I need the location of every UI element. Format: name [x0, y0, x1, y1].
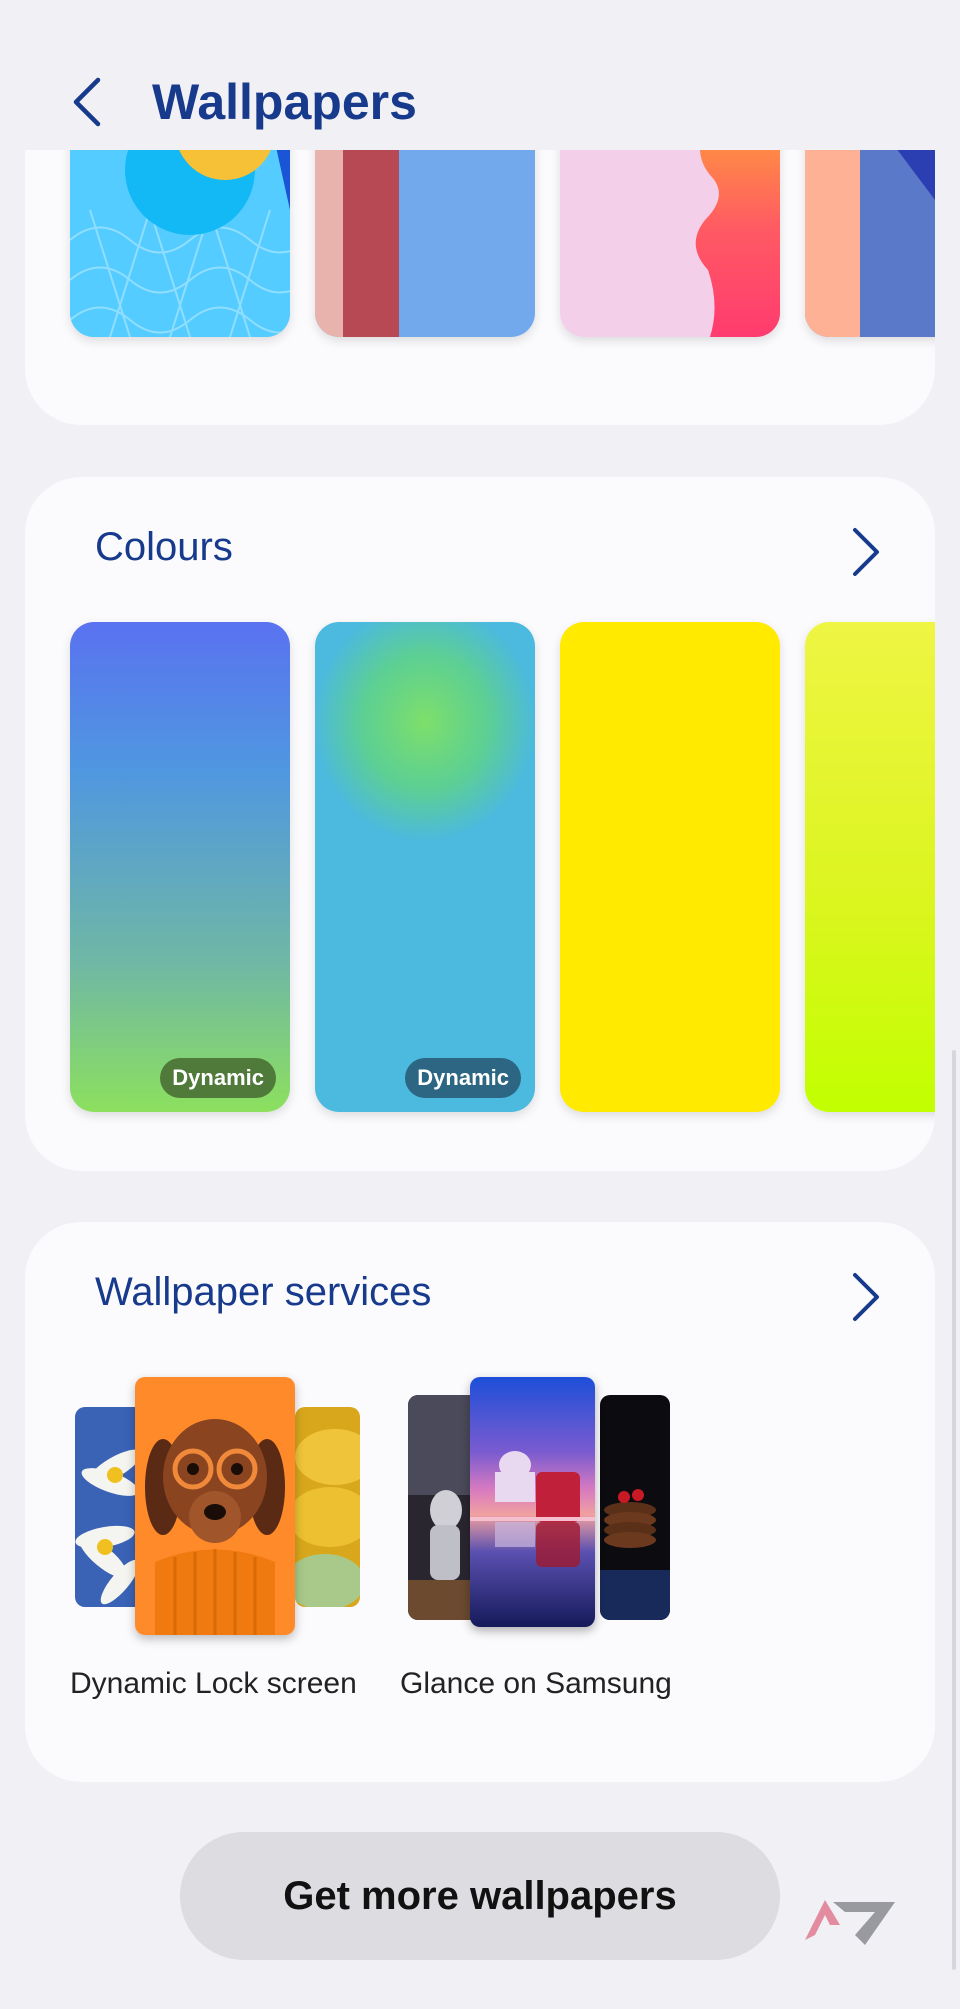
watermark-logo-icon: [805, 1890, 895, 1950]
colours-more-button[interactable]: [845, 522, 885, 582]
chevron-right-icon: [853, 528, 879, 576]
wallpaper-services-card: Wallpaper services Dynamic Lock screen G…: [25, 1222, 935, 1782]
colours-card: Colours Dynamic Dynamic: [25, 477, 935, 1171]
macaron-thumbnail: [295, 1407, 360, 1607]
wallpaper-thumb-pattern[interactable]: [70, 150, 290, 337]
colour-thumb-sky-green[interactable]: Dynamic: [315, 622, 535, 1112]
dynamic-badge: Dynamic: [160, 1058, 276, 1098]
dog-thumbnail: [135, 1377, 295, 1635]
services-more-button[interactable]: [845, 1267, 885, 1327]
service-dynamic-lock-screen[interactable]: Dynamic Lock screen: [70, 1377, 370, 1717]
back-button[interactable]: [62, 70, 114, 134]
chevron-left-icon: [73, 77, 101, 127]
colour-thumb-yellow[interactable]: [560, 622, 780, 1112]
dynamic-badge: Dynamic: [405, 1058, 521, 1098]
section-title-wallpaper-services: Wallpaper services: [95, 1270, 432, 1314]
colour-thumb-blue-green[interactable]: Dynamic: [70, 622, 290, 1112]
wallpaper-gallery-card: [25, 150, 935, 425]
wallpaper-thumb-peach[interactable]: [805, 150, 935, 337]
page-title: Wallpapers: [152, 74, 417, 130]
dessert-thumbnail: [600, 1395, 670, 1620]
get-more-wallpapers-button[interactable]: Get more wallpapers: [180, 1832, 780, 1960]
colour-thumb-lime[interactable]: [805, 622, 935, 1112]
wallpaper-thumb-stripes[interactable]: [315, 150, 535, 337]
chevron-right-icon: [853, 1273, 879, 1321]
astronaut-thumbnail: [408, 1395, 478, 1620]
service-label: Glance on Samsung: [400, 1667, 672, 1700]
section-title-colours: Colours: [95, 525, 233, 569]
service-glance-on-samsung[interactable]: Glance on Samsung: [400, 1377, 700, 1717]
wallpaper-thumb-pink[interactable]: [560, 150, 780, 337]
taj-mahal-thumbnail: [470, 1377, 595, 1627]
scrollbar[interactable]: [952, 1050, 956, 1970]
service-label: Dynamic Lock screen: [70, 1667, 357, 1700]
